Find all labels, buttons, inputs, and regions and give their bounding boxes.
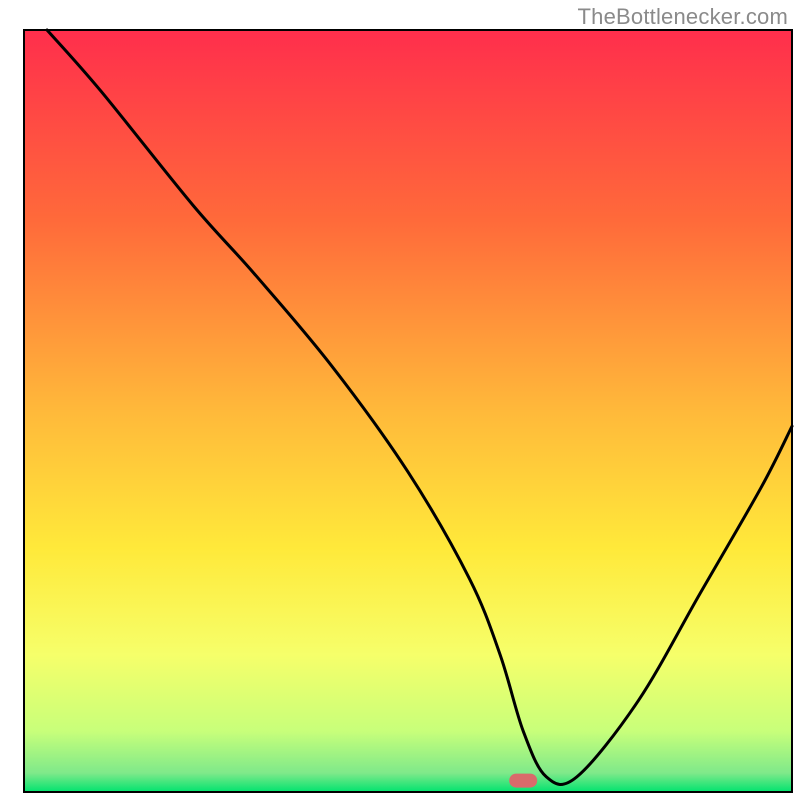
bottleneck-chart xyxy=(0,0,800,800)
chart-container: TheBottlenecker.com xyxy=(0,0,800,800)
optimal-marker xyxy=(509,774,537,788)
gradient-background xyxy=(24,30,792,792)
